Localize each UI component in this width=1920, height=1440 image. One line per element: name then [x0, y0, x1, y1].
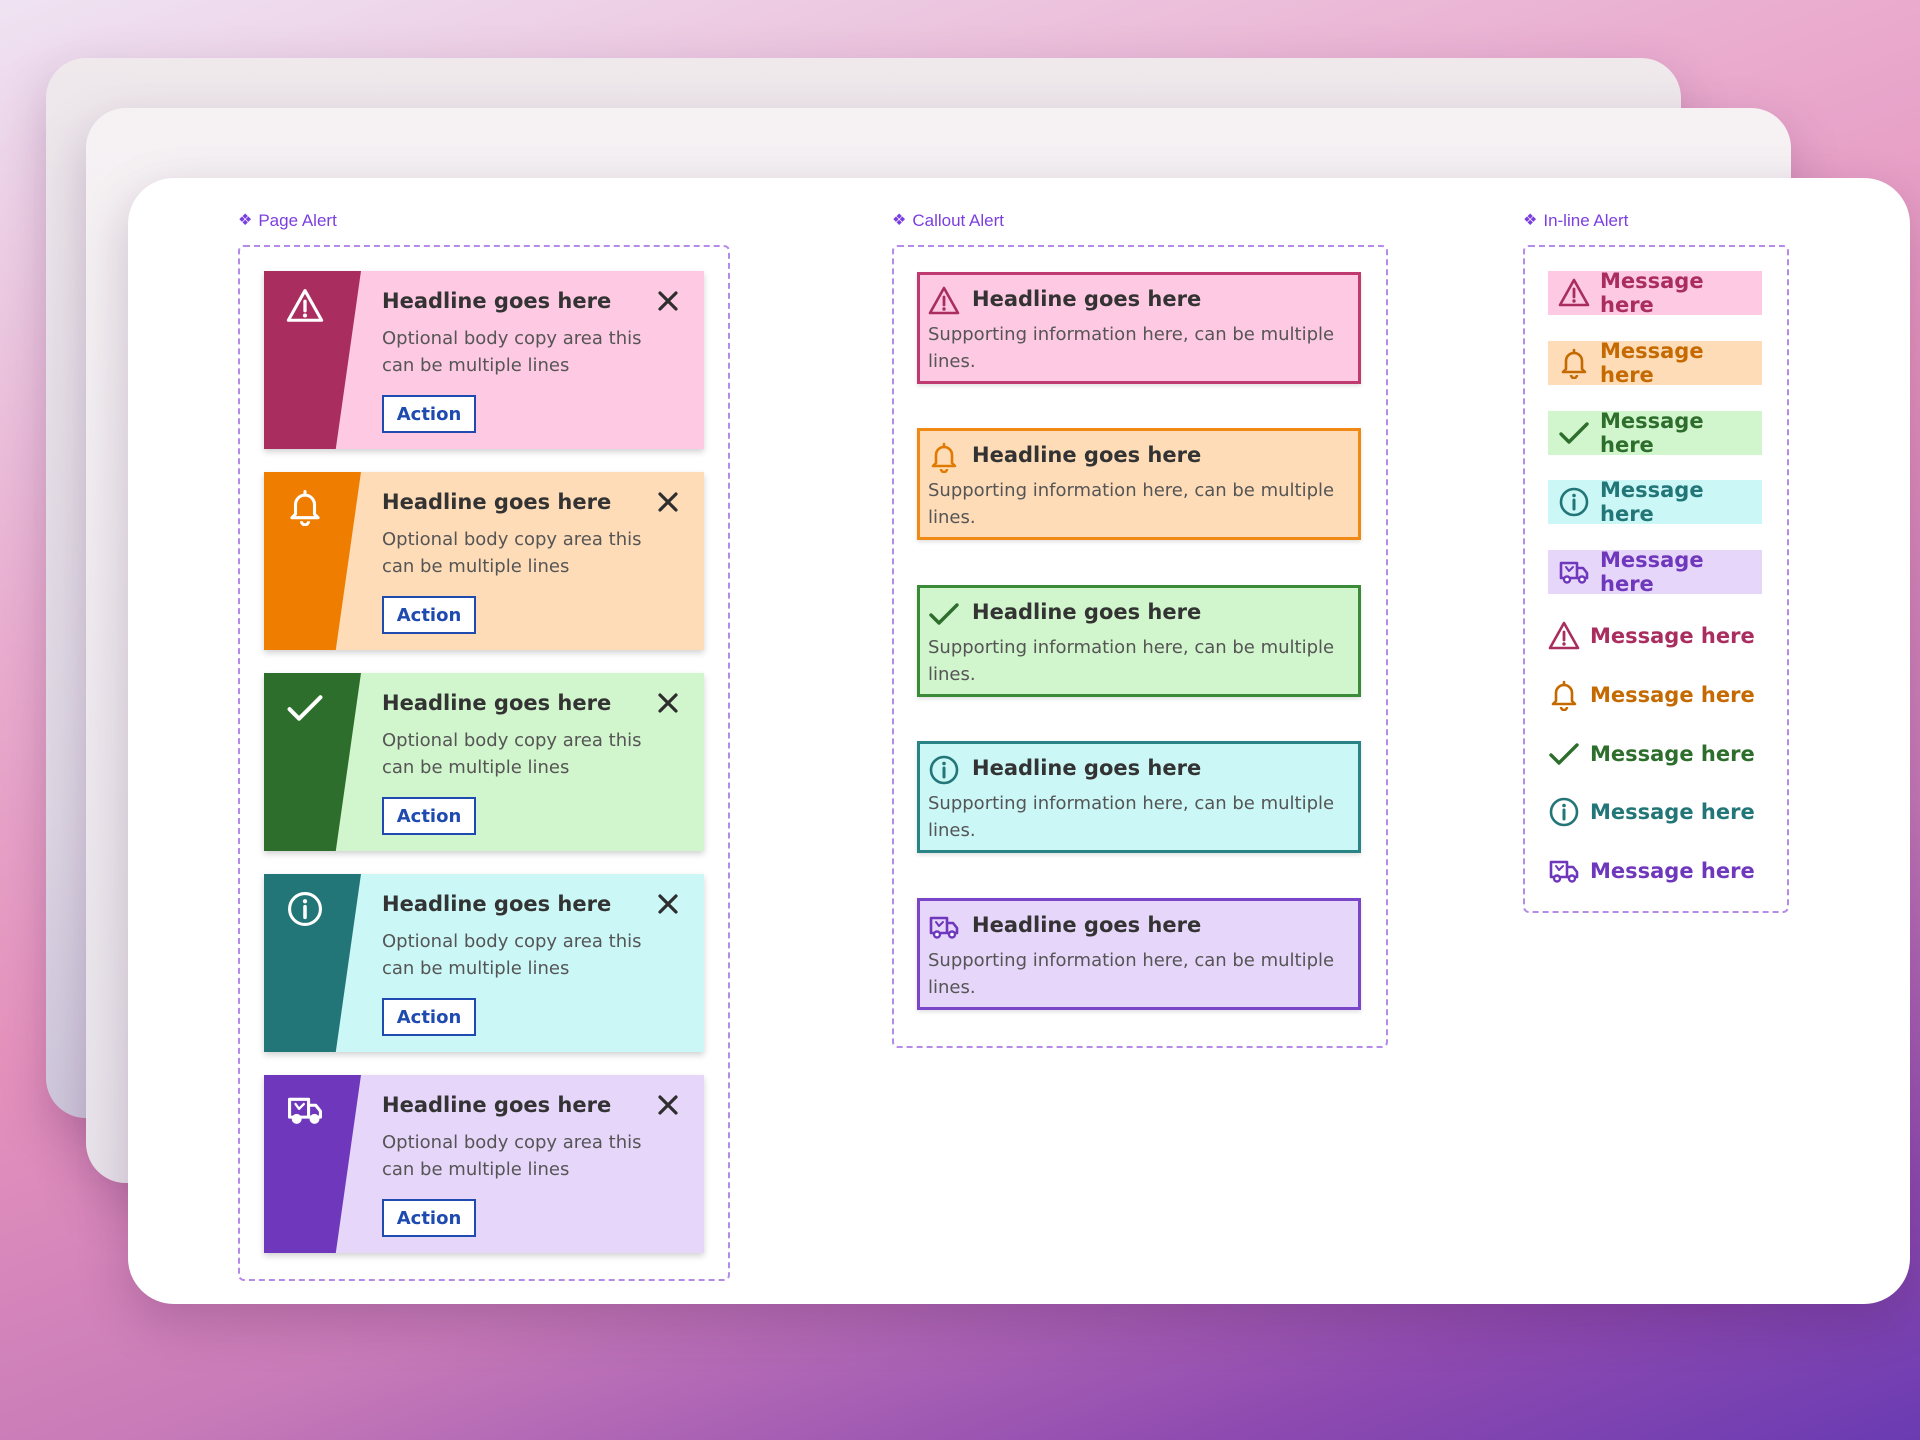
component-icon: ❖ — [1523, 212, 1538, 229]
info-icon — [928, 754, 960, 786]
inline-alert-notice: Message here — [1546, 673, 1760, 717]
warning-icon — [286, 287, 324, 325]
callout-body: Supporting information here, can be mult… — [928, 324, 1335, 372]
info-icon — [1548, 796, 1580, 828]
alert-body: Optional body copy area this can be mult… — [382, 529, 642, 577]
truck-icon — [1548, 855, 1580, 887]
inline-message: Message here — [1600, 409, 1704, 457]
inline-alert-delivery-filled: Message here — [1548, 548, 1762, 596]
close-icon[interactable] — [656, 289, 680, 313]
section-label-text: Callout Alert — [912, 211, 1005, 230]
warning-icon — [1548, 620, 1580, 652]
warning-icon — [928, 285, 960, 317]
action-button[interactable]: Action — [382, 797, 476, 835]
inline-alert-success-filled: Message here — [1548, 409, 1762, 457]
bell-icon — [1548, 679, 1580, 712]
inline-message: Message here — [1590, 800, 1755, 824]
alert-body: Optional body copy area this can be mult… — [382, 328, 642, 376]
page-alert-info: Headline goes here Optional body copy ar… — [264, 874, 704, 1052]
warning-icon — [1558, 277, 1590, 309]
inline-message: Message here — [1600, 269, 1704, 317]
close-icon[interactable] — [656, 892, 680, 916]
inline-alert-info-filled: Message here — [1548, 478, 1762, 526]
page-alert-delivery: Headline goes here Optional body copy ar… — [264, 1075, 704, 1253]
action-button[interactable]: Action — [382, 998, 476, 1036]
inline-message: Message here — [1590, 624, 1755, 648]
callout-headline: Headline goes here — [972, 756, 1202, 780]
check-icon — [1548, 738, 1580, 770]
component-icon: ❖ — [892, 212, 907, 229]
alert-headline: Headline goes here — [382, 691, 612, 715]
inline-alert-warning: Message here — [1546, 614, 1760, 658]
callout-body: Supporting information here, can be mult… — [928, 480, 1335, 528]
bell-icon — [1558, 347, 1590, 380]
truck-icon — [286, 1091, 324, 1129]
section-label-text: Page Alert — [258, 211, 337, 230]
callout-alert-delivery: Headline goes here Supporting informatio… — [917, 898, 1361, 1010]
action-button[interactable]: Action — [382, 596, 476, 634]
component-icon: ❖ — [238, 212, 253, 229]
bell-icon — [928, 441, 960, 474]
inline-message: Message here — [1600, 339, 1704, 387]
section-label-text: In-line Alert — [1543, 211, 1629, 230]
alert-body: Optional body copy area this can be mult… — [382, 1132, 642, 1180]
inline-message: Message here — [1590, 742, 1755, 766]
inline-message: Message here — [1590, 683, 1755, 707]
page-alert-warning: Headline goes here Optional body copy ar… — [264, 271, 704, 449]
alert-body: Optional body copy area this can be mult… — [382, 730, 642, 778]
info-icon — [1558, 486, 1590, 518]
inline-message: Message here — [1600, 548, 1704, 596]
check-icon — [1558, 417, 1590, 449]
callout-headline: Headline goes here — [972, 443, 1202, 467]
inline-alert-success: Message here — [1546, 732, 1760, 776]
alert-headline: Headline goes here — [382, 892, 612, 916]
callout-body: Supporting information here, can be mult… — [928, 950, 1335, 998]
inline-alert-info: Message here — [1546, 790, 1760, 834]
section-label-inline-alert[interactable]: ❖ In-line Alert — [1523, 211, 1628, 231]
alert-headline: Headline goes here — [382, 490, 612, 514]
bell-icon — [286, 488, 324, 527]
truck-icon — [928, 911, 960, 943]
callout-alert-info: Headline goes here Supporting informatio… — [917, 741, 1361, 853]
page-alert-notice: Headline goes here Optional body copy ar… — [264, 472, 704, 650]
alert-headline: Headline goes here — [382, 1093, 612, 1117]
callout-body: Supporting information here, can be mult… — [928, 637, 1335, 685]
inline-message: Message here — [1600, 478, 1704, 526]
callout-headline: Headline goes here — [972, 600, 1202, 624]
close-icon[interactable] — [656, 490, 680, 514]
callout-alert-success: Headline goes here Supporting informatio… — [917, 585, 1361, 697]
alert-headline: Headline goes here — [382, 289, 612, 313]
close-icon[interactable] — [656, 1093, 680, 1117]
close-icon[interactable] — [656, 691, 680, 715]
section-label-callout-alert[interactable]: ❖ Callout Alert — [892, 211, 1004, 231]
action-button[interactable]: Action — [382, 395, 476, 433]
info-icon — [286, 890, 324, 928]
inline-alert-warning-filled: Message here — [1548, 269, 1762, 317]
alert-body: Optional body copy area this can be mult… — [382, 931, 642, 979]
page-alert-success: Headline goes here Optional body copy ar… — [264, 673, 704, 851]
inline-alert-delivery: Message here — [1546, 849, 1760, 893]
truck-icon — [1558, 556, 1590, 588]
check-icon — [928, 598, 960, 630]
callout-headline: Headline goes here — [972, 287, 1202, 311]
action-button[interactable]: Action — [382, 1199, 476, 1237]
callout-alert-warning: Headline goes here Supporting informatio… — [917, 272, 1361, 384]
section-label-page-alert[interactable]: ❖ Page Alert — [238, 211, 337, 231]
callout-body: Supporting information here, can be mult… — [928, 793, 1335, 841]
inline-alert-notice-filled: Message here — [1548, 339, 1762, 387]
inline-message: Message here — [1590, 859, 1755, 883]
check-icon — [286, 689, 324, 727]
callout-headline: Headline goes here — [972, 913, 1202, 937]
callout-alert-notice: Headline goes here Supporting informatio… — [917, 428, 1361, 540]
